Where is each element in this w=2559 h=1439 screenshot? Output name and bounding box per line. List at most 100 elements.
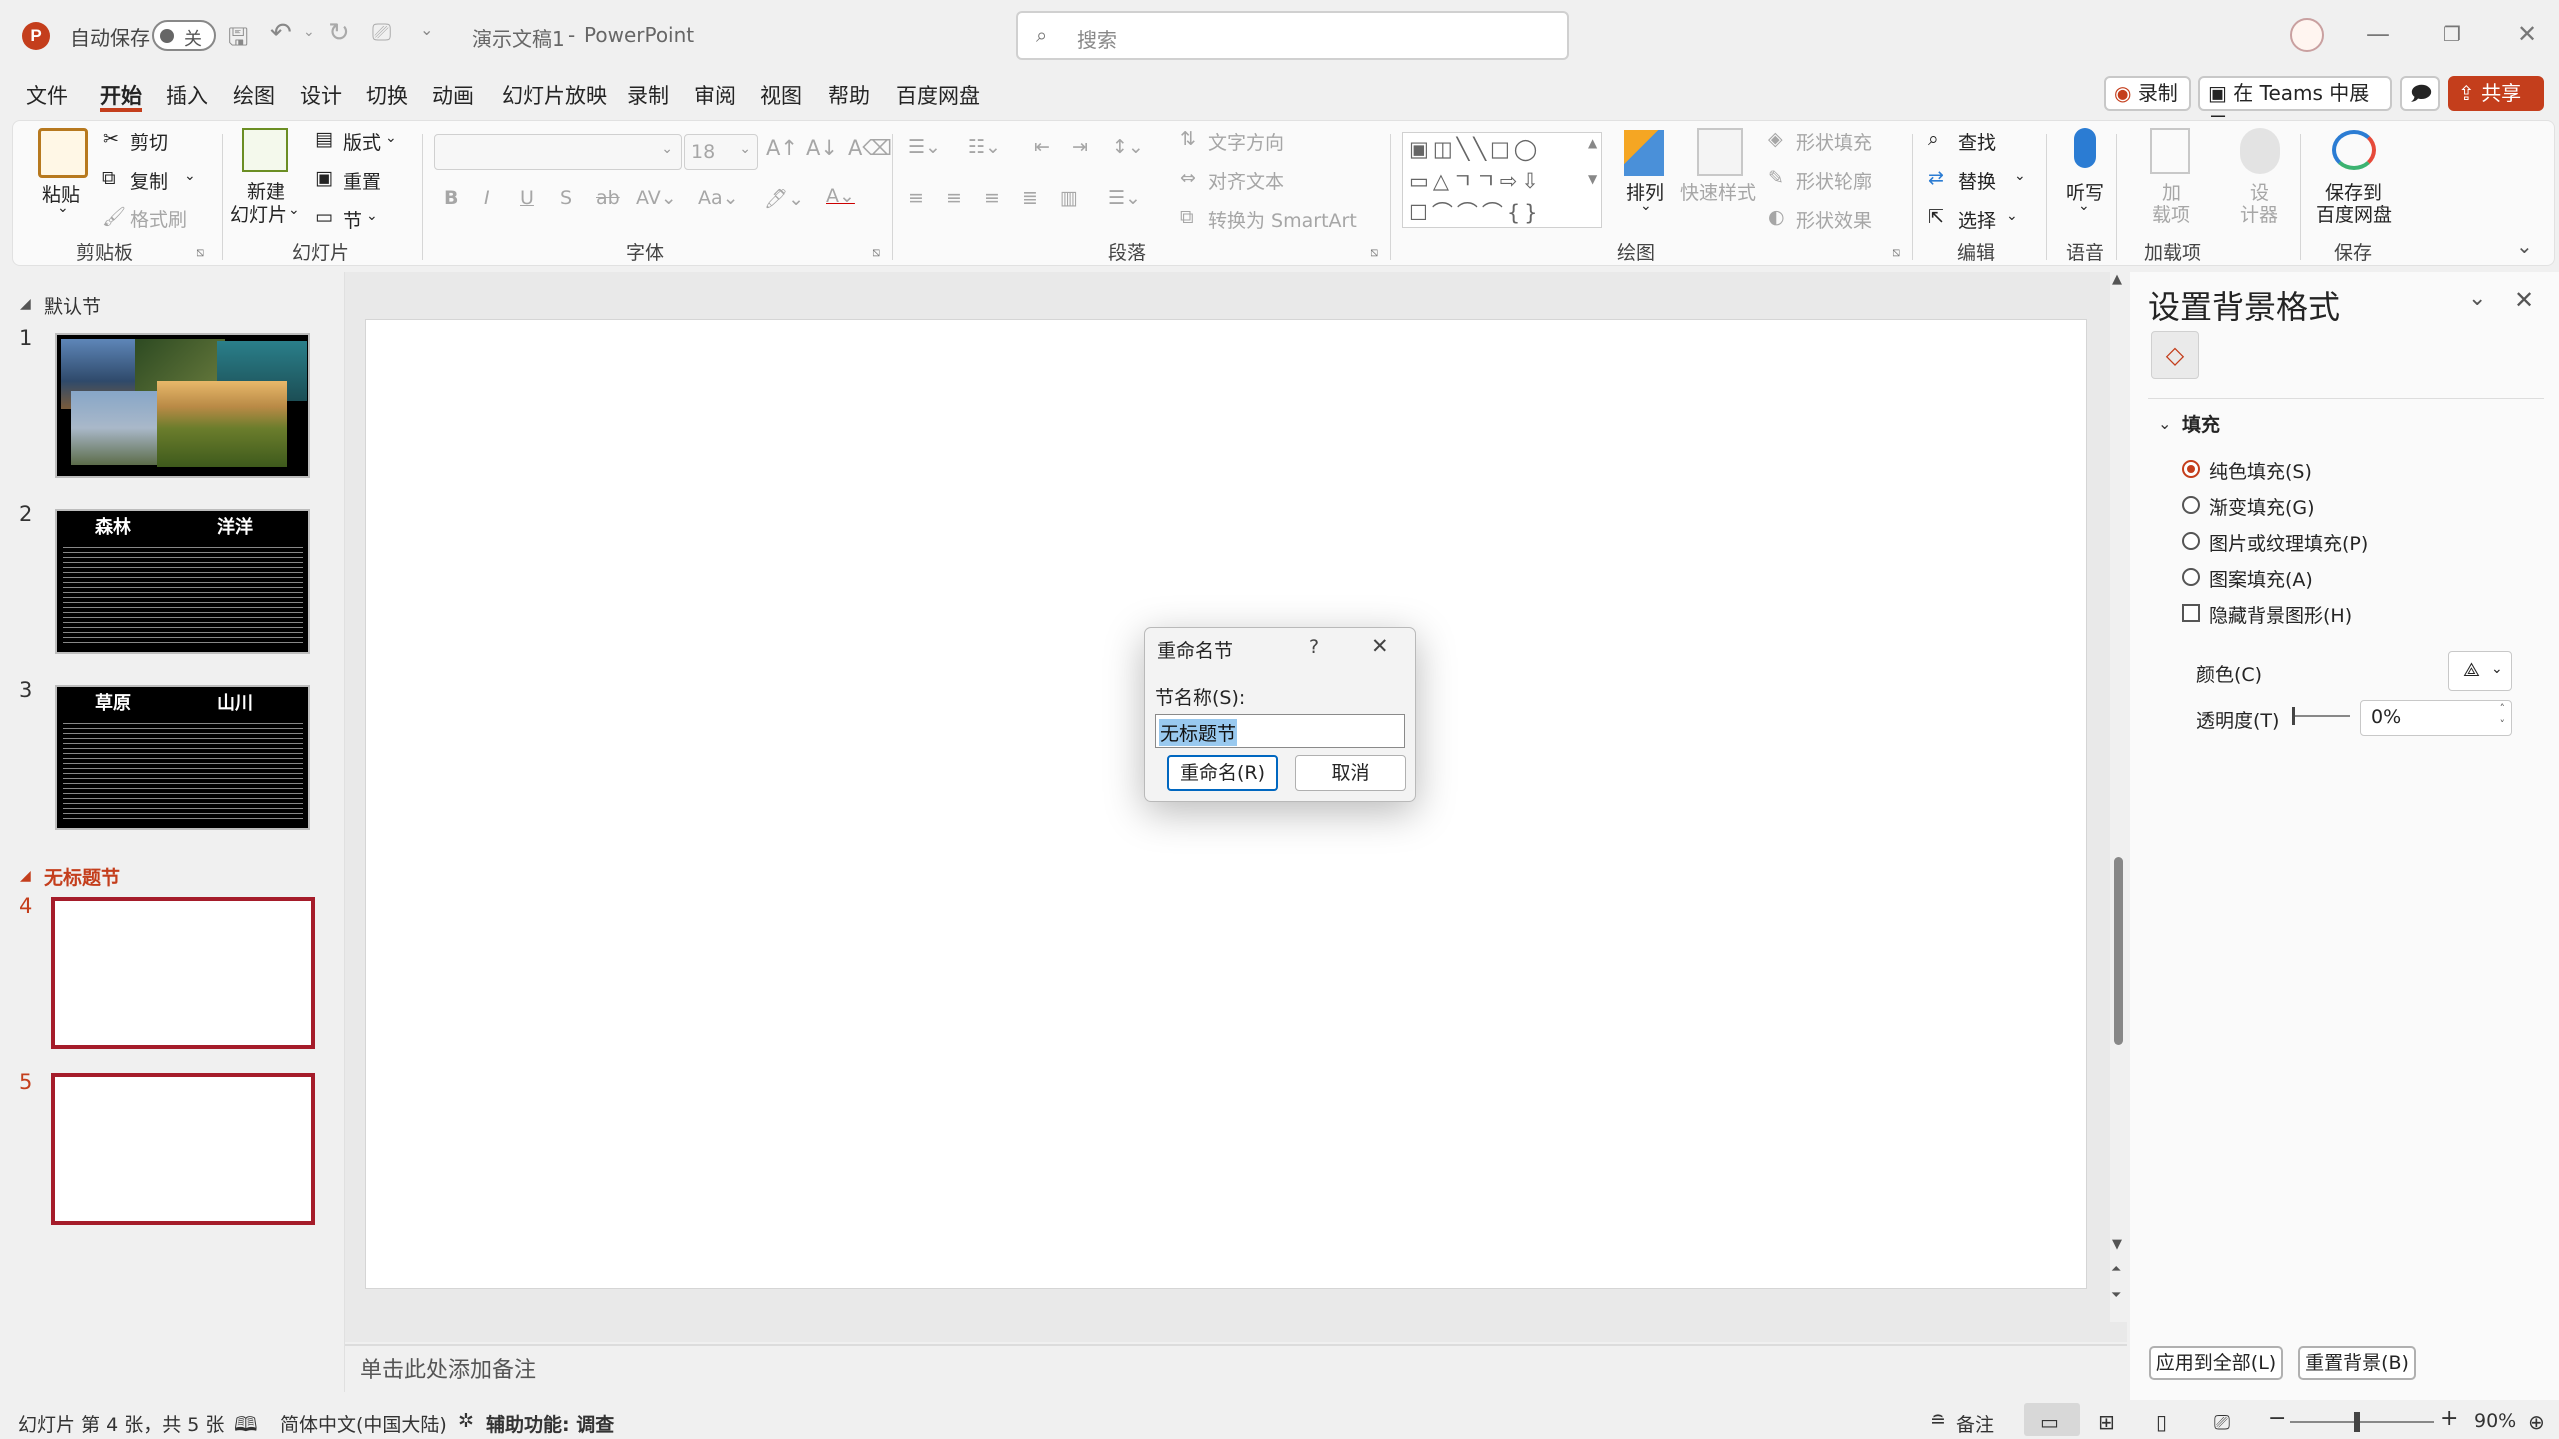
replace-icon[interactable]: ⇄ xyxy=(1928,167,1944,189)
columns-icon[interactable]: ▥ xyxy=(1060,187,1078,209)
slide-thumbnail-1[interactable] xyxy=(55,333,310,478)
align-left-icon[interactable]: ≡ xyxy=(908,187,924,209)
fill-collapse-icon[interactable]: ⌄ xyxy=(2158,414,2171,433)
format-painter-button[interactable]: 格式刷 xyxy=(130,205,187,232)
accessibility-icon[interactable]: ✲ xyxy=(458,1410,474,1432)
replace-dropdown-icon[interactable]: ⌄ xyxy=(2014,168,2026,184)
new-slide-dropdown-icon[interactable]: ⌄ xyxy=(288,202,300,218)
format-painter-icon[interactable]: 🖌 xyxy=(102,205,126,228)
tab-12[interactable]: 百度网盘 xyxy=(896,80,980,112)
fill-tab-icon[interactable]: ◇ xyxy=(2151,331,2199,379)
align-center-icon[interactable]: ≡ xyxy=(946,187,962,209)
highlight-icon[interactable]: 🖊⌄ xyxy=(764,187,804,210)
fill-section-header[interactable]: 填充 xyxy=(2182,410,2220,437)
char-spacing-icon[interactable]: AV⌄ xyxy=(636,187,677,209)
reading-view-icon[interactable]: ▯ xyxy=(2156,1410,2167,1434)
shape-outline-button[interactable]: 形状轮廓 xyxy=(1796,167,1872,194)
shape-effects-button[interactable]: 形状效果 xyxy=(1796,206,1872,233)
undo-dropdown-icon[interactable]: ⌄ xyxy=(303,24,315,40)
clear-format-icon[interactable]: A⌫ xyxy=(848,136,892,160)
present-icon[interactable]: ⎚ xyxy=(372,18,391,46)
copy-dropdown-icon[interactable]: ⌄ xyxy=(184,168,196,184)
color-picker-button[interactable]: ⟁ ⌄ xyxy=(2448,651,2512,691)
find-icon[interactable]: ⌕ xyxy=(1928,128,1939,150)
shape-effects-icon[interactable]: ◐ xyxy=(1768,206,1785,228)
gallery-up-icon[interactable]: ▲ xyxy=(1588,136,1597,150)
notes-placeholder[interactable]: 单击此处添加备注 xyxy=(360,1352,536,1384)
slide-thumbnail-2[interactable]: 森林 洋洋 xyxy=(55,509,310,654)
scroll-down-icon[interactable]: ▼ xyxy=(2112,1237,2122,1252)
option-solid-fill[interactable]: 纯色填充(S) xyxy=(2209,457,2312,484)
underline-icon[interactable]: U xyxy=(520,187,534,209)
slide-canvas[interactable] xyxy=(365,319,2087,1289)
radio-pattern-fill[interactable] xyxy=(2182,568,2200,586)
tab-6[interactable]: 动画 xyxy=(432,80,474,112)
layout-button[interactable]: 版式 xyxy=(343,128,381,155)
section-collapse-icon[interactable]: ◢ xyxy=(20,868,31,884)
find-button[interactable]: 查找 xyxy=(1958,128,1996,155)
text-direction-icon[interactable]: ⇅ xyxy=(1180,128,1196,150)
zoom-in-icon[interactable]: + xyxy=(2440,1406,2458,1431)
addins-label-2[interactable]: 载项 xyxy=(2152,200,2190,227)
justify-icon[interactable]: ≣ xyxy=(1022,187,1038,209)
paste-dropdown-icon[interactable]: ⌄ xyxy=(57,200,69,216)
shape-fill-icon[interactable]: ◈ xyxy=(1768,128,1783,150)
rename-cancel-button[interactable]: 取消 xyxy=(1295,755,1406,791)
transparency-slider[interactable] xyxy=(2292,707,2350,725)
microphone-icon[interactable] xyxy=(2074,128,2096,168)
rename-ok-button[interactable]: 重命名(R) xyxy=(1167,755,1278,791)
bullets-icon[interactable]: ☰⌄ xyxy=(908,136,941,158)
section-name-default[interactable]: 默认节 xyxy=(44,292,101,319)
shape-outline-icon[interactable]: ✎ xyxy=(1768,167,1784,189)
bold-icon[interactable]: B xyxy=(444,187,458,209)
copy-icon[interactable]: ⧉ xyxy=(102,167,116,189)
restore-icon[interactable]: ❐ xyxy=(2432,14,2472,54)
apply-to-all-button[interactable]: 应用到全部(L) xyxy=(2149,1346,2283,1380)
scroll-up-icon[interactable]: ▲ xyxy=(2112,272,2122,287)
paragraph-options-icon[interactable]: ☰⌄ xyxy=(1108,187,1141,209)
reset-icon[interactable]: ▣ xyxy=(315,167,333,189)
section-dropdown-icon[interactable]: ⌄ xyxy=(366,208,378,224)
paragraph-launcher-icon[interactable]: ⧅ xyxy=(1370,245,1378,260)
align-text-icon[interactable]: ⇔ xyxy=(1180,167,1196,189)
spell-check-icon[interactable]: 🕮 xyxy=(234,1410,258,1439)
select-button[interactable]: 选择 xyxy=(1958,206,1996,233)
clipboard-launcher-icon[interactable]: ⧅ xyxy=(196,245,204,260)
notes-button[interactable]: 备注 xyxy=(1956,1410,1994,1437)
quick-styles-icon[interactable] xyxy=(1697,128,1743,176)
align-right-icon[interactable]: ≡ xyxy=(984,187,1000,209)
language-status[interactable]: 简体中文(中国大陆) xyxy=(280,1410,447,1437)
slide-thumbnail-5[interactable] xyxy=(51,1073,315,1225)
user-avatar[interactable] xyxy=(2290,18,2324,52)
smartart-button[interactable]: 转换为 SmartArt xyxy=(1208,206,1357,233)
baidu-netdisk-icon[interactable] xyxy=(2332,130,2376,170)
arrange-dropdown-icon[interactable]: ⌄ xyxy=(1640,198,1652,214)
line-spacing-icon[interactable]: ↕⌄ xyxy=(1112,136,1144,158)
normal-view-icon[interactable]: ▭ xyxy=(2040,1410,2059,1434)
autosave-toggle[interactable]: 关 xyxy=(152,20,216,51)
drawing-launcher-icon[interactable]: ⧅ xyxy=(1892,245,1900,260)
reset-background-button[interactable]: 重置背景(B) xyxy=(2298,1346,2416,1380)
tab-1[interactable]: 开始 xyxy=(100,80,142,112)
reset-button[interactable]: 重置 xyxy=(343,167,381,194)
section-name-input[interactable]: 无标题节 xyxy=(1155,714,1405,748)
font-name-combo[interactable]: ⌄ xyxy=(434,134,682,170)
zoom-level[interactable]: 90% xyxy=(2474,1410,2516,1432)
close-window-icon[interactable]: ✕ xyxy=(2507,14,2547,54)
paste-icon[interactable] xyxy=(38,128,88,178)
teams-present-button[interactable]: ▣ 在 Teams 中展示 xyxy=(2198,76,2392,136)
zoom-out-icon[interactable]: − xyxy=(2268,1406,2286,1431)
section-collapse-icon[interactable]: ◢ xyxy=(20,296,31,312)
redo-icon[interactable]: ↻ xyxy=(328,18,350,48)
new-slide-label-2[interactable]: 幻灯片 xyxy=(230,200,287,227)
increase-font-icon[interactable]: A↑ xyxy=(766,136,798,160)
save-icon[interactable]: 🖫 xyxy=(228,20,248,61)
section-icon[interactable]: ▭ xyxy=(315,206,333,228)
text-direction-button[interactable]: 文字方向 xyxy=(1208,128,1284,155)
tab-7[interactable]: 幻灯片放映 xyxy=(502,80,607,112)
shadow-icon[interactable]: S xyxy=(560,187,572,209)
spin-down-icon[interactable]: ˅ xyxy=(2500,718,2506,731)
font-color-icon[interactable]: A⌄ xyxy=(826,185,855,207)
shape-fill-button[interactable]: 形状填充 xyxy=(1796,128,1872,155)
decrease-font-icon[interactable]: A↓ xyxy=(806,136,838,160)
